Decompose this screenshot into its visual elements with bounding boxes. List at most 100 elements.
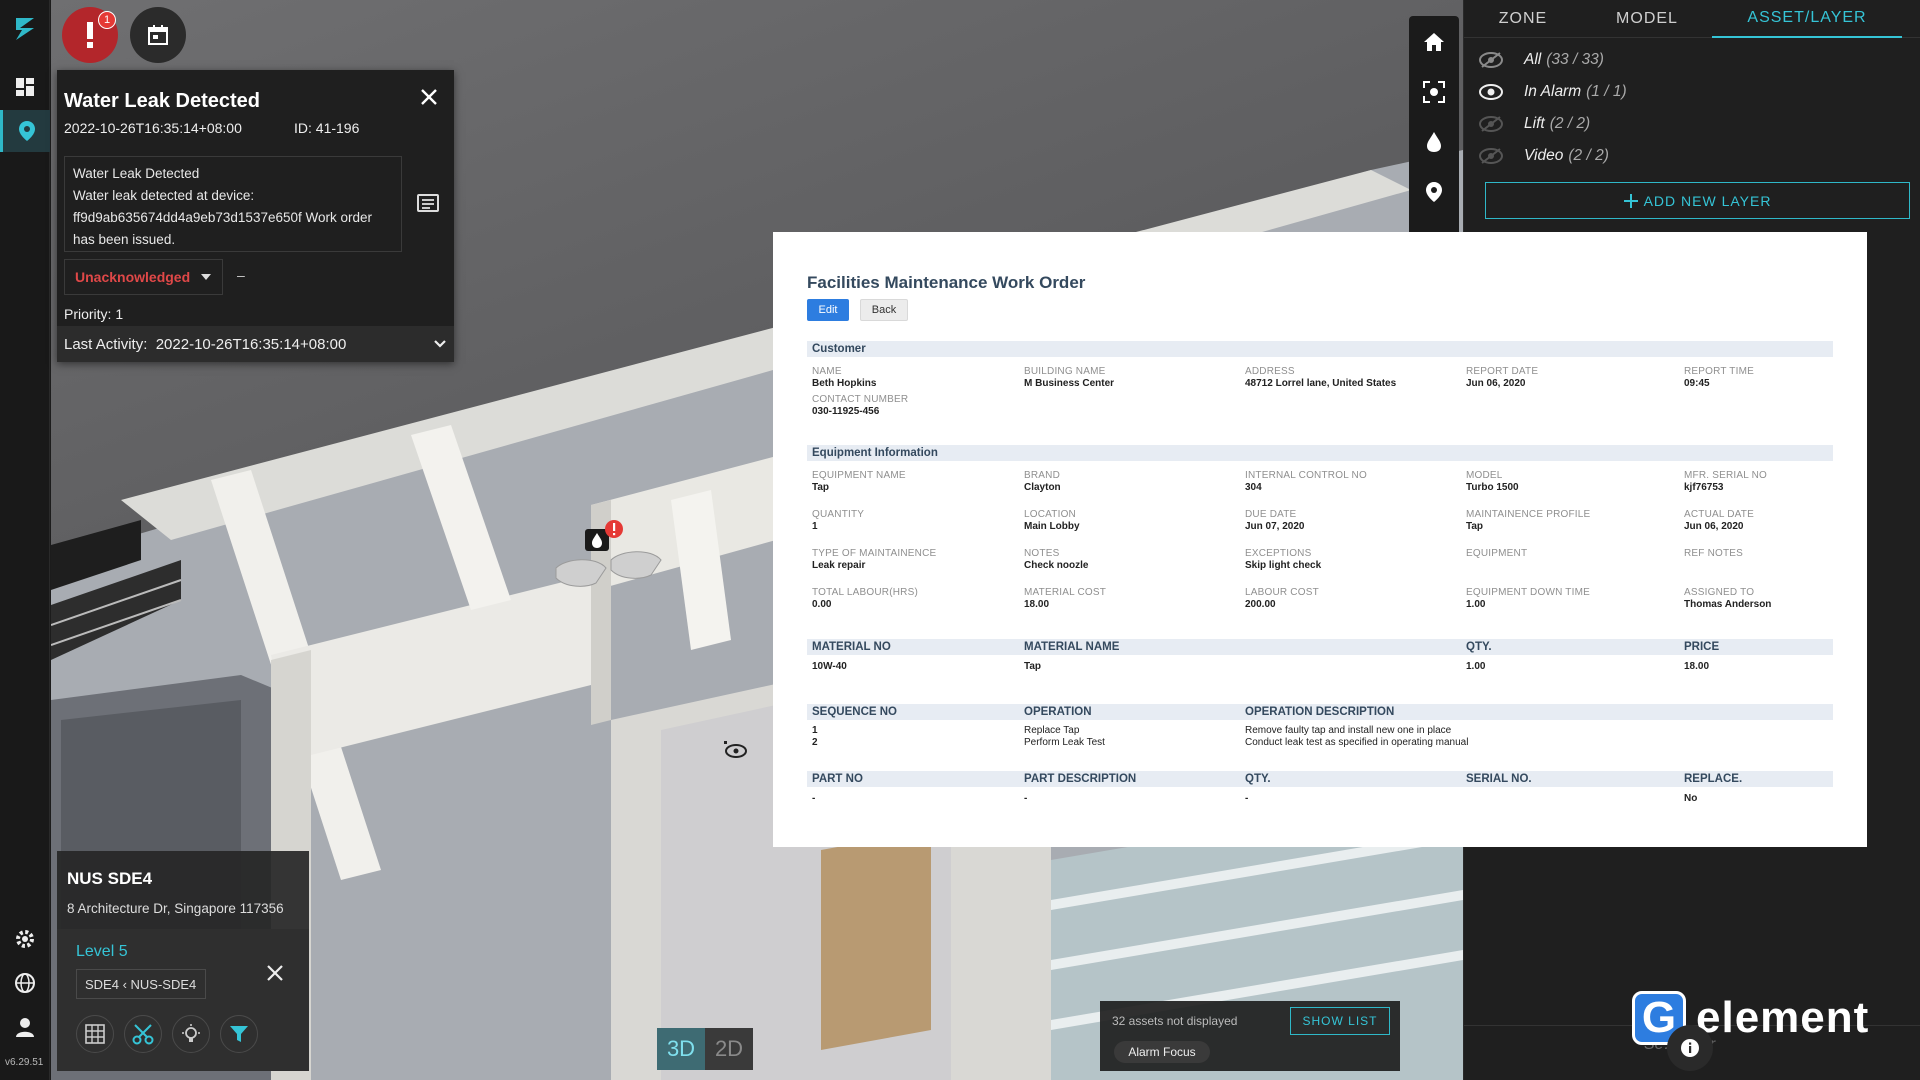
customer-name-field: NAME Beth Hopkins <box>812 366 876 390</box>
field-value: Beth Hopkins <box>812 378 877 389</box>
lighting-button[interactable] <box>172 1015 210 1053</box>
table-cell: 18.00 <box>1684 661 1710 672</box>
table-cell: Tap <box>1024 661 1042 672</box>
water-leak-marker-icon[interactable] <box>583 519 627 559</box>
field-label: CONTACT NUMBER <box>812 394 909 405</box>
map-nav-item[interactable] <box>0 110 50 152</box>
layer-item-all[interactable]: All (33 / 33) <box>1478 45 1604 75</box>
alarm-status-select[interactable]: Unacknowledged <box>64 259 223 295</box>
exclamation-icon <box>87 22 93 48</box>
focus-button[interactable] <box>1409 72 1459 112</box>
close-icon[interactable] <box>265 963 285 983</box>
eye-off-icon[interactable] <box>1478 147 1504 165</box>
field-label: ADDRESS <box>1245 366 1295 377</box>
field-label: MODEL <box>1466 470 1503 481</box>
show-list-button[interactable]: SHOW LIST <box>1290 1007 1390 1035</box>
operations-table-header: SEQUENCE NO OPERATION OPERATION DESCRIPT… <box>807 704 1833 720</box>
layer-item-in-alarm[interactable]: In Alarm (1 / 1) <box>1478 77 1627 107</box>
alarm-message-line: Water leak detected at device: <box>73 188 255 203</box>
caret-down-icon <box>201 274 211 280</box>
notes-icon[interactable] <box>417 194 439 212</box>
close-icon[interactable] <box>418 86 440 108</box>
calendar-button[interactable] <box>130 7 186 63</box>
building-path-chip[interactable]: SDE4 ‹ NUS-SDE4 <box>76 969 206 999</box>
level-name[interactable]: Level 5 <box>76 943 128 961</box>
brand-field: BRAND Clayton <box>1024 470 1061 494</box>
field-label: TOTAL LABOUR(HRS) <box>812 587 919 598</box>
model-field: MODEL Turbo 1500 <box>1466 470 1519 494</box>
column-header: SEQUENCE NO <box>812 706 897 718</box>
work-order-document: Facilities Maintenance Work Order Edit B… <box>773 232 1867 847</box>
column-header: REPLACE. <box>1684 773 1743 785</box>
assets-status-bar: 32 assets not displayed SHOW LIST Alarm … <box>1100 1001 1400 1071</box>
camera-marker-icon[interactable] <box>723 740 749 762</box>
eye-off-icon[interactable] <box>1478 115 1504 133</box>
section-cut-button[interactable] <box>124 1015 162 1053</box>
tab-model[interactable]: MODEL <box>1582 0 1712 38</box>
add-new-layer-button[interactable]: ADD NEW LAYER <box>1485 182 1910 219</box>
poi-button[interactable] <box>1409 172 1459 212</box>
app-logo-icon <box>16 18 34 40</box>
alarm-count-badge: 1 <box>98 11 116 29</box>
info-button[interactable] <box>1667 1025 1713 1071</box>
last-activity-toggle[interactable]: Last Activity: 2022-10-26T16:35:14+08:00 <box>57 326 454 362</box>
column-header: PART DESCRIPTION <box>1024 773 1137 785</box>
field-label: QUANTITY <box>812 509 865 520</box>
operations-table: SEQUENCE NO OPERATION OPERATION DESCRIPT… <box>807 704 1833 754</box>
eye-icon[interactable] <box>1478 83 1504 101</box>
home-icon <box>1424 33 1444 51</box>
field-value: 200.00 <box>1245 599 1276 610</box>
field-label: MATERIAL COST <box>1024 587 1107 598</box>
field-label: ASSIGNED TO <box>1684 587 1755 598</box>
maintenance-profile-field: MAINTAINENCE PROFILE Tap <box>1466 509 1590 533</box>
filter-button[interactable] <box>220 1015 258 1053</box>
quantity-field: QUANTITY 1 <box>812 509 864 533</box>
field-value: Check noozle <box>1024 560 1089 571</box>
dashboard-nav-item[interactable] <box>0 66 50 108</box>
parts-table-header: PART NO PART DESCRIPTION QTY. SERIAL NO.… <box>807 771 1833 787</box>
edit-button[interactable]: Edit <box>807 299 849 321</box>
work-order-title: Facilities Maintenance Work Order <box>807 273 1086 292</box>
table-cell: - <box>1245 793 1249 804</box>
layer-item-video[interactable]: Video (2 / 2) <box>1478 141 1609 171</box>
field-value: Tap <box>812 482 830 493</box>
tab-zone[interactable]: ZONE <box>1464 0 1582 38</box>
table-cell: 2 <box>812 737 818 748</box>
field-label: REF NOTES <box>1684 548 1744 559</box>
table-cell: No <box>1684 793 1698 804</box>
back-button[interactable]: Back <box>860 299 908 321</box>
globe-nav-item[interactable] <box>0 962 50 1004</box>
column-header: OPERATION DESCRIPTION <box>1245 706 1395 718</box>
material-cost-field: MATERIAL COST 18.00 <box>1024 587 1106 611</box>
water-filter-button[interactable] <box>1409 122 1459 162</box>
field-value: Jun 06, 2020 <box>1684 521 1744 532</box>
dashboard-icon <box>16 78 34 96</box>
add-new-layer-label: ADD NEW LAYER <box>1643 192 1772 209</box>
field-label: EXCEPTIONS <box>1245 548 1312 559</box>
user-nav-item[interactable] <box>0 1006 50 1048</box>
2d-view-button[interactable]: 2D <box>705 1028 753 1070</box>
location-card: NUS SDE4 8 Architecture Dr, Singapore 11… <box>57 851 309 1071</box>
settings-nav-item[interactable] <box>0 918 50 960</box>
alarm-button[interactable]: 1 <box>62 7 118 63</box>
labour-cost-field: LABOUR COST 200.00 <box>1245 587 1319 611</box>
last-activity-time: 2022-10-26T16:35:14+08:00 <box>155 335 347 353</box>
layer-count: (1 / 1) <box>1586 83 1627 100</box>
equipment-section-header: Equipment Information <box>807 445 1833 461</box>
home-view-button[interactable] <box>1409 22 1459 62</box>
floorplan-grid-button[interactable] <box>76 1015 114 1053</box>
lightbulb-icon <box>182 1024 200 1042</box>
parts-table: PART NO PART DESCRIPTION QTY. SERIAL NO.… <box>807 771 1833 811</box>
alarm-focus-chip[interactable]: Alarm Focus <box>1114 1041 1210 1063</box>
eye-off-icon[interactable] <box>1478 51 1504 69</box>
column-header: OPERATION <box>1024 706 1092 718</box>
layer-name: In Alarm <box>1524 83 1582 100</box>
view-mode-toggle: 3D 2D <box>657 1028 753 1070</box>
globe-icon <box>15 973 35 993</box>
brand-wordmark: element <box>1696 993 1870 1042</box>
3d-view-button[interactable]: 3D <box>657 1028 705 1070</box>
address-field: ADDRESS 48712 Lorrel lane, United States <box>1245 366 1396 390</box>
layer-item-lift[interactable]: Lift (2 / 2) <box>1478 109 1590 139</box>
tab-asset-layer[interactable]: ASSET/LAYER <box>1712 0 1902 38</box>
table-cell: - <box>1024 793 1028 804</box>
